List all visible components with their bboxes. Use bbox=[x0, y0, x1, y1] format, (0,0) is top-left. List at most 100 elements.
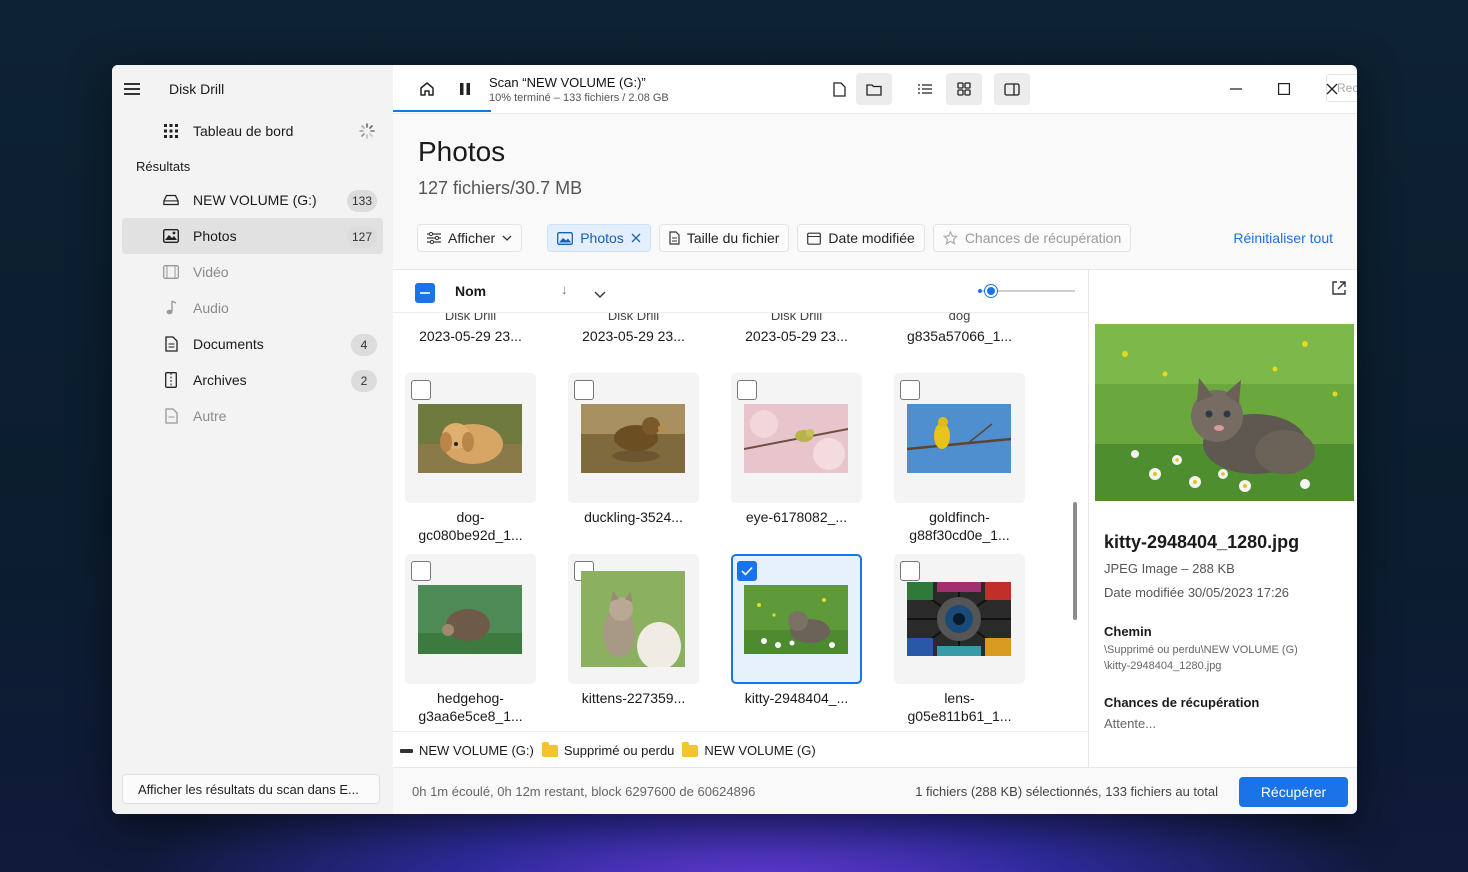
toolbar: Scan “NEW VOLUME (G:)” 10% terminé – 133… bbox=[393, 65, 1357, 113]
sidebar-item-audio[interactable]: Audio bbox=[122, 290, 383, 326]
view-filter-dropdown[interactable]: Afficher bbox=[417, 224, 523, 252]
file-icon bbox=[832, 81, 846, 97]
breadcrumb: NEW VOLUME (G:) Supprimé ou perdu NEW VO… bbox=[393, 731, 1088, 769]
maximize-button[interactable] bbox=[1272, 77, 1296, 101]
list-item[interactable]: Disk Drill 2023-05-29 23... bbox=[568, 313, 699, 344]
app-title: Disk Drill bbox=[169, 81, 225, 97]
sidebar-item-dashboard[interactable]: Tableau de bord bbox=[122, 113, 383, 149]
sidebar-item-label: Archives bbox=[193, 372, 247, 388]
preview-file-type: JPEG Image – 288 KB bbox=[1104, 561, 1235, 576]
reset-all-link[interactable]: Réinitialiser tout bbox=[1233, 230, 1333, 246]
file-label-bottom: 2023-05-29 23... bbox=[419, 328, 522, 344]
grid-dots-icon bbox=[163, 123, 179, 139]
file-size-filter[interactable]: Taille du fichier bbox=[658, 224, 790, 252]
list-item[interactable]: dog g835a57066_1... bbox=[894, 313, 1025, 344]
slider-thumb[interactable] bbox=[985, 285, 997, 297]
file-checkbox[interactable] bbox=[900, 380, 920, 400]
results-section-label: Résultats bbox=[136, 159, 191, 174]
list-icon bbox=[918, 84, 932, 94]
main-content: Photos 127 fichiers/30.7 MB Afficher Pho… bbox=[393, 113, 1357, 769]
file-name-line1: kittens-227359... bbox=[581, 690, 686, 706]
file-checkbox[interactable] bbox=[411, 561, 431, 581]
file-checkbox[interactable] bbox=[737, 380, 757, 400]
count-badge: 127 bbox=[346, 226, 377, 248]
sidebar-item-label: Tableau de bord bbox=[193, 123, 294, 139]
file-tile-kitty[interactable] bbox=[731, 554, 862, 684]
drive-icon bbox=[400, 748, 413, 753]
file-view-button[interactable] bbox=[823, 73, 855, 105]
sliders-icon bbox=[427, 232, 441, 244]
file-label-top: Disk Drill bbox=[444, 313, 497, 323]
archive-icon bbox=[163, 372, 179, 388]
document-icon bbox=[669, 231, 680, 245]
file-tile-duckling[interactable] bbox=[568, 373, 699, 503]
sidebar-item-label: Autre bbox=[193, 408, 227, 424]
count-badge: 2 bbox=[351, 370, 377, 392]
chevron-down-icon[interactable] bbox=[594, 285, 606, 303]
sidebar-item-archives[interactable]: Archives 2 bbox=[122, 362, 383, 398]
minus-icon bbox=[420, 292, 430, 294]
drive-icon bbox=[163, 192, 179, 208]
file-checkbox[interactable] bbox=[737, 561, 757, 581]
breadcrumb-drive[interactable]: NEW VOLUME (G:) bbox=[419, 743, 534, 758]
sort-arrow-icon[interactable]: ↓ bbox=[561, 282, 568, 297]
sidebar-item-photos[interactable]: Photos 127 bbox=[122, 218, 383, 254]
sidebar-item-other[interactable]: Autre bbox=[122, 398, 383, 434]
folder-icon bbox=[541, 741, 558, 757]
close-button[interactable] bbox=[1320, 77, 1344, 101]
sidebar-item-label: Documents bbox=[193, 336, 264, 352]
photos-filter-chip[interactable]: Photos bbox=[547, 224, 651, 252]
preview-filename: kitty-2948404_1280.jpg bbox=[1104, 532, 1300, 552]
grid-view-button[interactable] bbox=[946, 73, 982, 105]
file-tile-lens[interactable] bbox=[894, 554, 1025, 684]
preview-panel-toggle[interactable] bbox=[994, 73, 1030, 105]
file-name-line1: duckling-3524... bbox=[584, 509, 683, 525]
file-name: goldfinch- g88f30cd0e_1... bbox=[894, 508, 1025, 544]
select-all-checkbox[interactable] bbox=[415, 283, 435, 303]
file-name: duckling-3524... bbox=[568, 508, 699, 526]
list-item[interactable]: Disk Drill 2023-05-29 23... bbox=[731, 313, 862, 344]
recover-button[interactable]: Récupérer bbox=[1239, 777, 1348, 807]
list-view-button[interactable] bbox=[909, 73, 941, 105]
document-icon bbox=[163, 336, 179, 352]
sidebar-item-documents[interactable]: Documents 4 bbox=[122, 326, 383, 362]
name-column-header[interactable]: Nom bbox=[455, 283, 486, 299]
sidebar-item-video[interactable]: Vidéo bbox=[122, 254, 383, 290]
sidebar-item-label: Vidéo bbox=[193, 264, 229, 280]
sidebar-item-new-volume[interactable]: NEW VOLUME (G:) 133 bbox=[122, 182, 383, 218]
file-name-line1: kitty-2948404_... bbox=[744, 690, 849, 706]
file-name-line2: g05e811b61_1... bbox=[907, 708, 1012, 724]
hamburger-menu-icon[interactable] bbox=[124, 83, 140, 95]
file-name-line2: g3aa6e5ce8_1... bbox=[418, 708, 523, 724]
date-modified-filter[interactable]: Date modifiée bbox=[797, 224, 925, 252]
file-tile-kittens[interactable] bbox=[568, 554, 699, 684]
file-tile-dog[interactable] bbox=[405, 373, 536, 503]
file-checkbox[interactable] bbox=[411, 380, 431, 400]
grid-icon bbox=[957, 82, 971, 96]
breadcrumb-folder-volume[interactable]: NEW VOLUME (G) bbox=[704, 743, 815, 758]
grid-scrollbar[interactable] bbox=[1073, 502, 1077, 620]
image-icon bbox=[163, 228, 179, 244]
file-size-filter-label: Taille du fichier bbox=[686, 230, 780, 246]
list-item[interactable]: Disk Drill 2023-05-29 23... bbox=[405, 313, 536, 344]
open-external-icon[interactable] bbox=[1331, 280, 1347, 301]
preview-path-line1: \Supprimé ou perdu\NEW VOLUME (G) bbox=[1104, 644, 1298, 656]
folder-view-button[interactable] bbox=[856, 73, 892, 105]
minimize-button[interactable] bbox=[1224, 77, 1248, 101]
pause-button[interactable] bbox=[449, 73, 481, 105]
folder-icon bbox=[866, 83, 882, 96]
file-tile-eye[interactable] bbox=[731, 373, 862, 503]
show-results-in-explorer-button[interactable]: Afficher les résultats du scan dans E... bbox=[122, 774, 380, 804]
file-tile-hedgehog[interactable] bbox=[405, 554, 536, 684]
file-checkbox[interactable] bbox=[574, 380, 594, 400]
home-button[interactable] bbox=[411, 73, 443, 105]
recovery-chances-filter[interactable]: Chances de récupération bbox=[932, 224, 1132, 252]
folder-icon bbox=[682, 741, 699, 757]
preview-path: \Supprimé ou perdu\NEW VOLUME (G) \kitty… bbox=[1104, 642, 1349, 674]
file-name: kitty-2948404_... bbox=[731, 689, 862, 707]
breadcrumb-folder-deleted[interactable]: Supprimé ou perdu bbox=[564, 743, 675, 758]
close-icon[interactable] bbox=[631, 233, 641, 243]
file-checkbox[interactable] bbox=[900, 561, 920, 581]
file-tile-goldfinch[interactable] bbox=[894, 373, 1025, 503]
hedgehog-thumbnail bbox=[418, 585, 522, 654]
